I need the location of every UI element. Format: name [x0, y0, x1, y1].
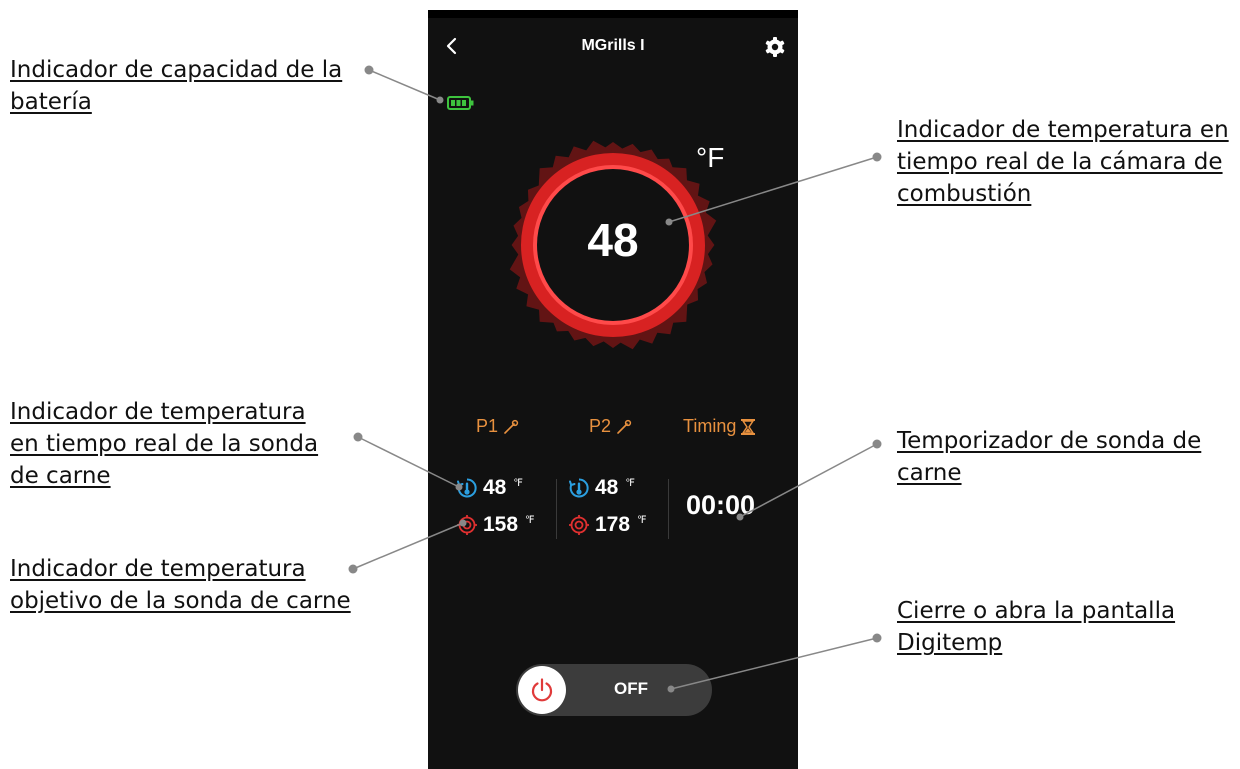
tab-timing[interactable]: Timing: [683, 416, 756, 437]
tab-p1[interactable]: P1: [476, 416, 520, 437]
annotation-line: Cierre o abra la pantalla: [897, 598, 1176, 624]
annotation-line: Indicador de temperatura en: [897, 117, 1229, 143]
hourglass-icon: [741, 418, 756, 435]
divider: [668, 479, 669, 539]
probe2-actual: 48 ℉: [568, 476, 635, 500]
power-toggle[interactable]: OFF: [516, 664, 712, 716]
annotation-line: Temporizador de sonda de: [897, 428, 1202, 454]
tab-label: P1: [476, 416, 499, 436]
power-toggle-knob[interactable]: [518, 666, 566, 714]
annotation-line: tiempo real de la cámara de: [897, 149, 1223, 175]
annotation-line: Indicador de capacidad de la: [10, 57, 343, 83]
probe2-actual-unit: ℉: [625, 478, 635, 489]
app-title: MGrills I: [581, 37, 645, 54]
probe-icon: [504, 419, 519, 434]
battery-icon: [447, 96, 474, 110]
divider: [556, 479, 557, 539]
tab-label: Timing: [683, 416, 737, 436]
probe2-target-value: 178: [595, 513, 631, 536]
target-icon: [569, 515, 589, 535]
annotation-line: Indicador de temperatura: [10, 556, 306, 582]
annotation-line: Digitemp: [897, 630, 1003, 656]
probe2-target: 178 ℉: [568, 513, 647, 537]
annotation-battery-indicator: Indicador de capacidad de la batería: [10, 54, 342, 118]
power-icon: [531, 678, 553, 702]
battery-indicator: [447, 96, 475, 110]
annotation-probe-target: Indicador de temperatura objetivo de la …: [10, 553, 351, 617]
status-bar: [428, 10, 798, 18]
probe1-actual-value: 48: [483, 476, 507, 499]
annotation-probe-timer: Temporizador de sonda de carne: [897, 425, 1201, 489]
chamber-temperature: 48: [587, 214, 639, 266]
probe1-actual-unit: ℉: [513, 478, 523, 489]
thermometer-icon: [457, 478, 477, 498]
probe1-actual: 48 ℉: [456, 476, 523, 500]
probe1-target-value: 158: [483, 513, 519, 536]
probe1-target: 158 ℉: [456, 513, 535, 537]
probe-icon: [617, 419, 632, 434]
annotation-line: combustión: [897, 181, 1032, 207]
target-icon: [457, 515, 477, 535]
annotation-probe-temp: Indicador de temperatura en tiempo real …: [10, 396, 318, 492]
annotation-line: Indicador de temperatura: [10, 399, 306, 425]
annotation-power-toggle: Cierre o abra la pantalla Digitemp: [897, 595, 1175, 659]
annotation-line: objetivo de la sonda de carne: [10, 588, 351, 614]
settings-button[interactable]: [764, 36, 786, 58]
gear-icon: [765, 37, 785, 57]
thermometer-icon: [569, 478, 589, 498]
annotation-line: carne: [897, 460, 962, 486]
tab-p2[interactable]: P2: [589, 416, 633, 437]
tab-label: P2: [589, 416, 612, 436]
phone-screen: MGrills I °F 48 P1 P2 Timing 48 ℉ 158 ℉ …: [428, 10, 798, 769]
probe2-target-unit: ℉: [637, 515, 647, 526]
probe2-actual-value: 48: [595, 476, 619, 499]
annotation-chamber-temp: Indicador de temperatura en tiempo real …: [897, 114, 1229, 210]
annotation-line: en tiempo real de la sonda: [10, 431, 319, 457]
annotation-line: batería: [10, 89, 92, 115]
power-state-label: OFF: [614, 679, 648, 698]
probe-timer: 00:00: [686, 490, 756, 520]
probe1-target-unit: ℉: [525, 515, 535, 526]
annotation-line: de carne: [10, 463, 111, 489]
